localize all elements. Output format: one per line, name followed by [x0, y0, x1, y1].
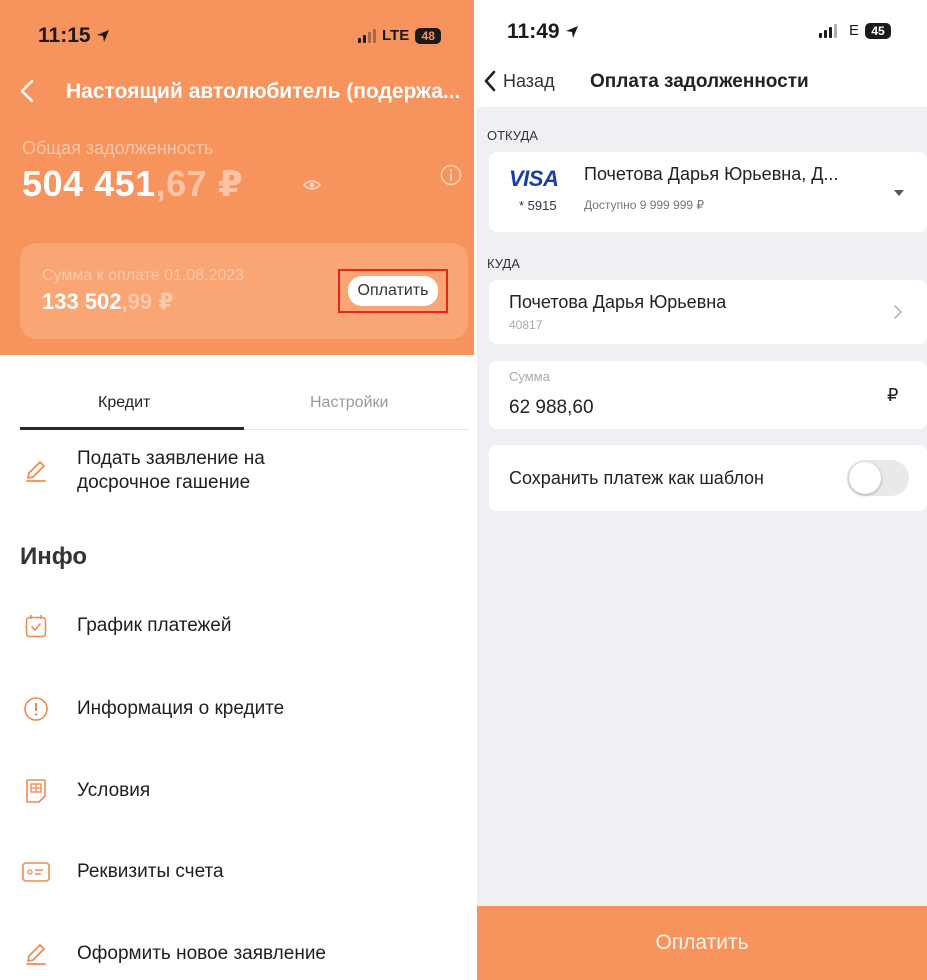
total-debt-label: Общая задолженность — [22, 138, 214, 158]
tabs: Кредит Настройки — [20, 384, 470, 430]
back-chevron-icon[interactable] — [18, 78, 38, 104]
document-icon — [20, 778, 52, 804]
payment-due-label: Сумма к оплате 01.08.2023 — [42, 267, 245, 284]
exclamation-circle-icon — [20, 696, 52, 722]
menu-item-requisites[interactable]: Реквизиты счета — [20, 860, 224, 884]
back-button[interactable]: Назад — [483, 70, 555, 92]
status-time-text: 11:15 — [38, 24, 91, 47]
status-time-text: 11:49 — [507, 20, 560, 43]
loan-title: Настоящий автолюбитель (подержа... — [66, 80, 461, 103]
tab-credit[interactable]: Кредит — [98, 394, 150, 412]
pay-button[interactable]: Оплатить — [347, 276, 439, 306]
menu-item-schedule[interactable]: График платежей — [20, 614, 231, 638]
eye-icon[interactable] — [303, 178, 321, 192]
status-indicators: LTE 48 — [358, 27, 442, 44]
battery-icon: 48 — [415, 27, 442, 44]
recipient-account: 40817 — [509, 318, 543, 332]
top-bar: 11:49 E 45 Назад Оплата задолженности — [477, 0, 927, 107]
menu-label-schedule: График платежей — [77, 615, 232, 636]
signal-icon — [358, 28, 376, 43]
network-type: E — [849, 22, 860, 39]
location-arrow-icon — [566, 26, 579, 39]
location-arrow-icon — [97, 30, 110, 43]
payment-screen: 11:49 E 45 Назад Оплата задолженности ОТ… — [477, 0, 927, 980]
available-balance: Доступно 9 999 999 ₽ — [584, 198, 705, 212]
currency-symbol: ₽ — [887, 385, 899, 405]
status-time: 11:15 — [38, 24, 110, 48]
sum-field[interactable]: Сумма 62 988,60 ₽ — [489, 361, 927, 429]
card-mask: * 5915 — [519, 198, 557, 213]
battery-icon: 45 — [865, 22, 892, 39]
source-account-name: Почетова Дарья Юрьевна, Д... — [584, 164, 839, 184]
toggle-knob — [849, 462, 881, 494]
id-card-icon — [20, 861, 52, 883]
info-icon[interactable] — [440, 164, 462, 186]
source-account-select[interactable]: VISA Почетова Дарья Юрьевна, Д... * 5915… — [489, 152, 927, 232]
menu-label-terms: Условия — [77, 780, 151, 801]
loan-header: 11:15 LTE 48 Настоящий автолюбитель (под… — [0, 0, 474, 355]
total-debt-amount: 504 451,67 ₽ — [22, 163, 243, 205]
battery-level: 48 — [421, 28, 435, 43]
status-indicators: E 45 — [819, 22, 892, 39]
chevron-right-icon — [894, 305, 903, 319]
payment-due-amount: 133 502,99 ₽ — [42, 289, 174, 315]
battery-level: 45 — [871, 23, 885, 38]
save-template-toggle[interactable] — [847, 460, 909, 496]
total-debt-fraction: ,67 ₽ — [155, 163, 244, 204]
page-title: Оплата задолженности — [590, 71, 809, 92]
signal-icon — [819, 23, 837, 38]
recipient-name: Почетова Дарья Юрьевна — [509, 292, 727, 312]
early-repayment-item[interactable]: Подать заявление на досрочное гашение — [20, 447, 337, 495]
pay-submit-button[interactable]: Оплатить — [477, 906, 927, 980]
pencil-icon — [20, 941, 52, 967]
total-debt-whole: 504 451 — [22, 163, 156, 204]
early-repayment-label: Подать заявление на досрочное гашение — [77, 448, 265, 493]
menu-item-terms[interactable]: Условия — [20, 778, 150, 804]
from-caption: ОТКУДА — [487, 128, 538, 143]
menu-label-requisites: Реквизиты счета — [77, 861, 224, 882]
pencil-icon — [20, 458, 52, 484]
sum-input[interactable]: 62 988,60 — [509, 397, 594, 419]
tab-settings[interactable]: Настройки — [310, 394, 388, 412]
save-template-label: Сохранить платеж как шаблон — [509, 468, 764, 488]
status-time: 11:49 — [507, 20, 579, 44]
dropdown-caret-icon — [894, 190, 904, 196]
sum-label: Сумма — [509, 369, 550, 384]
recipient-select[interactable]: Почетова Дарья Юрьевна 40817 — [489, 280, 927, 344]
info-heading: Инфо — [20, 543, 88, 570]
menu-item-new-application[interactable]: Оформить новое заявление — [20, 941, 326, 967]
to-caption: КУДА — [487, 256, 520, 271]
payment-due-card: Сумма к оплате 01.08.2023 133 502,99 ₽ О… — [20, 243, 468, 339]
menu-item-credit-info[interactable]: Информация о кредите — [20, 696, 284, 722]
visa-logo: VISA — [509, 166, 559, 191]
back-chevron-icon — [484, 70, 496, 92]
payment-due-fraction: ,99 ₽ — [121, 289, 174, 314]
network-type: LTE — [382, 27, 410, 44]
menu-label-credit-info: Информация о кредите — [77, 698, 285, 719]
back-label: Назад — [503, 70, 555, 91]
active-tab-indicator — [20, 427, 244, 430]
calendar-icon — [20, 614, 52, 638]
payment-due-whole: 133 502 — [42, 289, 122, 314]
save-template-row: Сохранить платеж как шаблон — [489, 445, 927, 511]
highlight-box: Оплатить — [338, 269, 448, 313]
menu-label-new-application: Оформить новое заявление — [77, 943, 327, 964]
loan-screen: 11:15 LTE 48 Настоящий автолюбитель (под… — [0, 0, 474, 980]
